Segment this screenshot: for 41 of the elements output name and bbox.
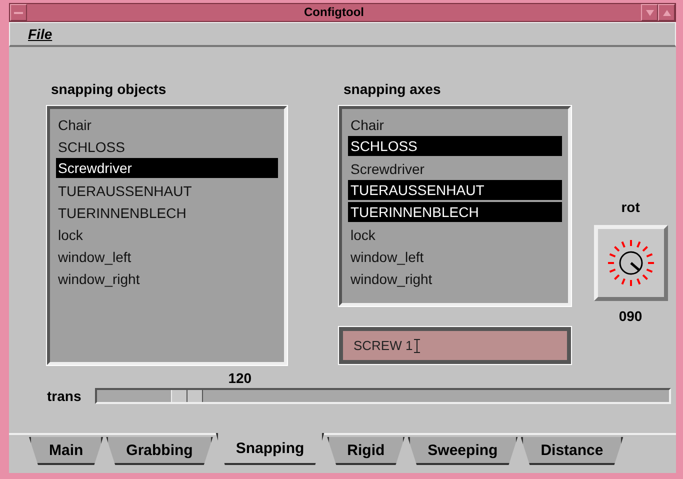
rotation-dial[interactable] [594,225,668,301]
slider-reading: 120 [227,370,253,386]
list-item[interactable]: Chair [56,114,278,136]
list-item[interactable]: window_left [348,246,562,268]
dial-reading: 090 [618,308,642,324]
list-item[interactable]: TUERAUSSENHAUT [348,180,562,200]
list-item[interactable]: SCHLOSS [348,136,562,156]
list-item[interactable]: Screwdriver [348,158,562,180]
field-value: SCREW 1 [353,338,413,353]
dial-icon [606,238,656,288]
tab[interactable]: Main [29,437,104,465]
list-item[interactable]: SCHLOSS [56,136,278,158]
list-item[interactable]: Chair [348,114,562,136]
slider-thumb[interactable] [171,390,204,402]
list-item[interactable]: Screwdriver [56,158,278,178]
list-item[interactable]: TUERINNENBLECH [56,202,278,224]
tab[interactable]: Rigid [327,437,405,465]
window-title: Configtool [303,4,365,21]
tab[interactable]: Distance [520,437,624,465]
minimize-icon [646,10,654,16]
list-item[interactable]: lock [348,224,562,246]
tab[interactable]: Sweeping [408,437,518,465]
list-heading: snapping objects [51,81,168,97]
dial-label: rot [621,199,640,215]
tab[interactable]: Grabbing [106,437,213,465]
list-item[interactable]: window_right [56,268,278,290]
list-item[interactable]: window_left [56,246,278,268]
text-cursor-icon [414,338,420,352]
list-item[interactable]: lock [56,224,278,246]
slider-label: trans [47,388,82,404]
list-item[interactable]: TUERINNENBLECH [348,202,562,222]
name-field[interactable]: SCREW 1 [339,327,572,364]
minimize-button[interactable] [641,4,658,21]
list-item[interactable]: window_right [348,268,562,290]
maximize-button[interactable] [658,4,675,21]
list-item[interactable]: TUERAUSSENHAUT [56,180,278,202]
tab[interactable]: Snapping [216,433,324,465]
menu-item[interactable]: File [28,26,52,42]
list-heading: snapping axes [343,81,442,97]
window-menu-button[interactable] [10,4,27,21]
maximize-icon [662,10,670,16]
